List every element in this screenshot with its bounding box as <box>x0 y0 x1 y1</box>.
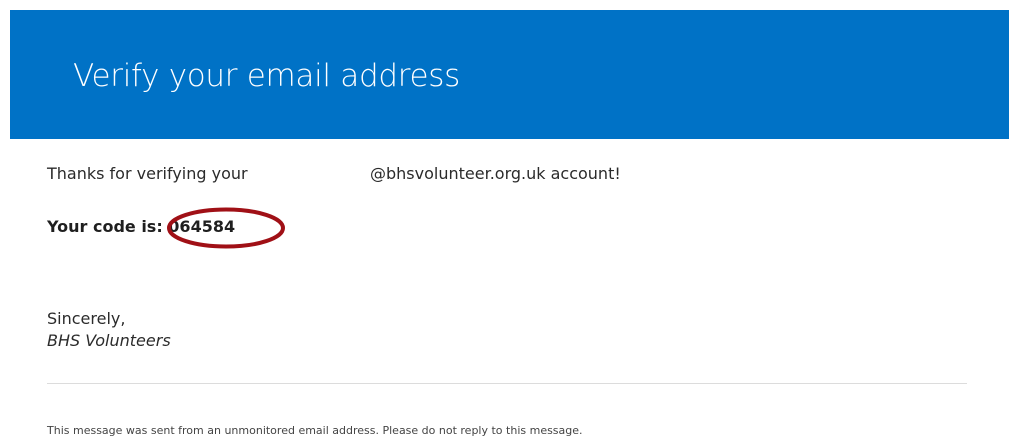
footer-note: This message was sent from an unmonitore… <box>47 424 583 437</box>
header-banner: Verify your email address <box>10 10 1009 139</box>
page-title: Verify your email address <box>73 58 460 94</box>
thanks-text: Thanks for verifying your <box>47 164 248 183</box>
account-domain-text: @bhsvolunteer.org.uk account! <box>370 164 621 183</box>
sign-off: Sincerely, <box>47 309 126 328</box>
divider <box>47 383 967 384</box>
verification-code: 064584 <box>168 217 236 236</box>
verification-code-line: Your code is: 064584 <box>47 216 235 238</box>
signature: BHS Volunteers <box>47 331 171 350</box>
code-label: Your code is: <box>47 217 169 236</box>
